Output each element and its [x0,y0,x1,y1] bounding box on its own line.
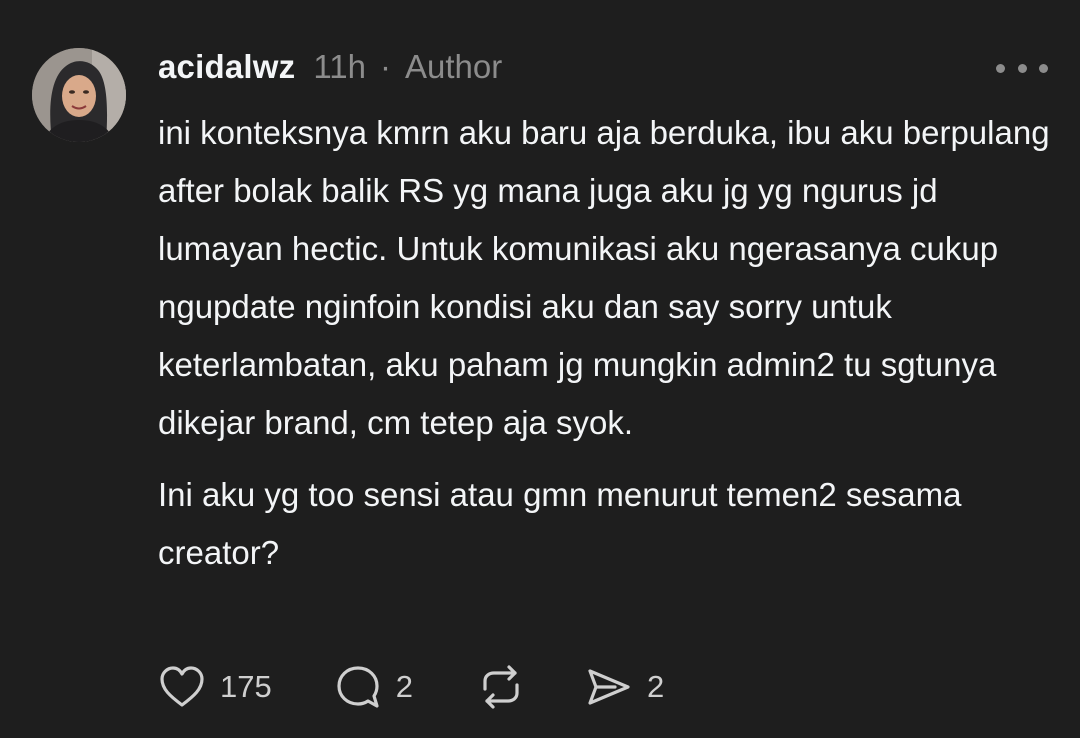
post-time[interactable]: 11h [313,48,366,86]
separator-dot: · [379,48,391,85]
repost-button[interactable] [475,663,527,711]
more-horizontal-icon [996,63,1005,73]
share-count: 2 [646,669,665,704]
more-horizontal-icon-dot [1017,63,1027,73]
like-count: 175 [220,669,272,704]
more-horizontal-icon-dot [1039,63,1048,73]
speech-bubble-icon [337,666,379,708]
heart-icon [160,666,204,707]
share-button[interactable]: 2 [585,665,664,709]
repost-arrows-icon [483,665,519,709]
avatar[interactable] [32,48,126,142]
post-paragraph: ini konteksnya kmrn aku baru aja berduka… [158,114,1050,441]
thread-post: acidalwz 11h · Author ini konteksnya kmr… [0,0,1080,738]
post-header: acidalwz 11h · Author [158,44,502,90]
reply-count: 2 [395,669,413,704]
more-options-button[interactable] [996,56,1048,80]
reply-button[interactable]: 2 [334,663,413,711]
username[interactable]: acidalwz [158,48,295,86]
post-body: ini konteksnya kmrn aku baru aja berduka… [158,104,1058,582]
paper-plane-icon [588,669,630,705]
profile-photo [32,48,126,142]
author-badge: Author [404,48,503,85]
like-button[interactable]: 175 [158,665,272,709]
action-bar: 175 2 2 [158,660,664,714]
post-paragraph: Ini aku yg too sensi atau gmn menurut te… [158,476,962,571]
